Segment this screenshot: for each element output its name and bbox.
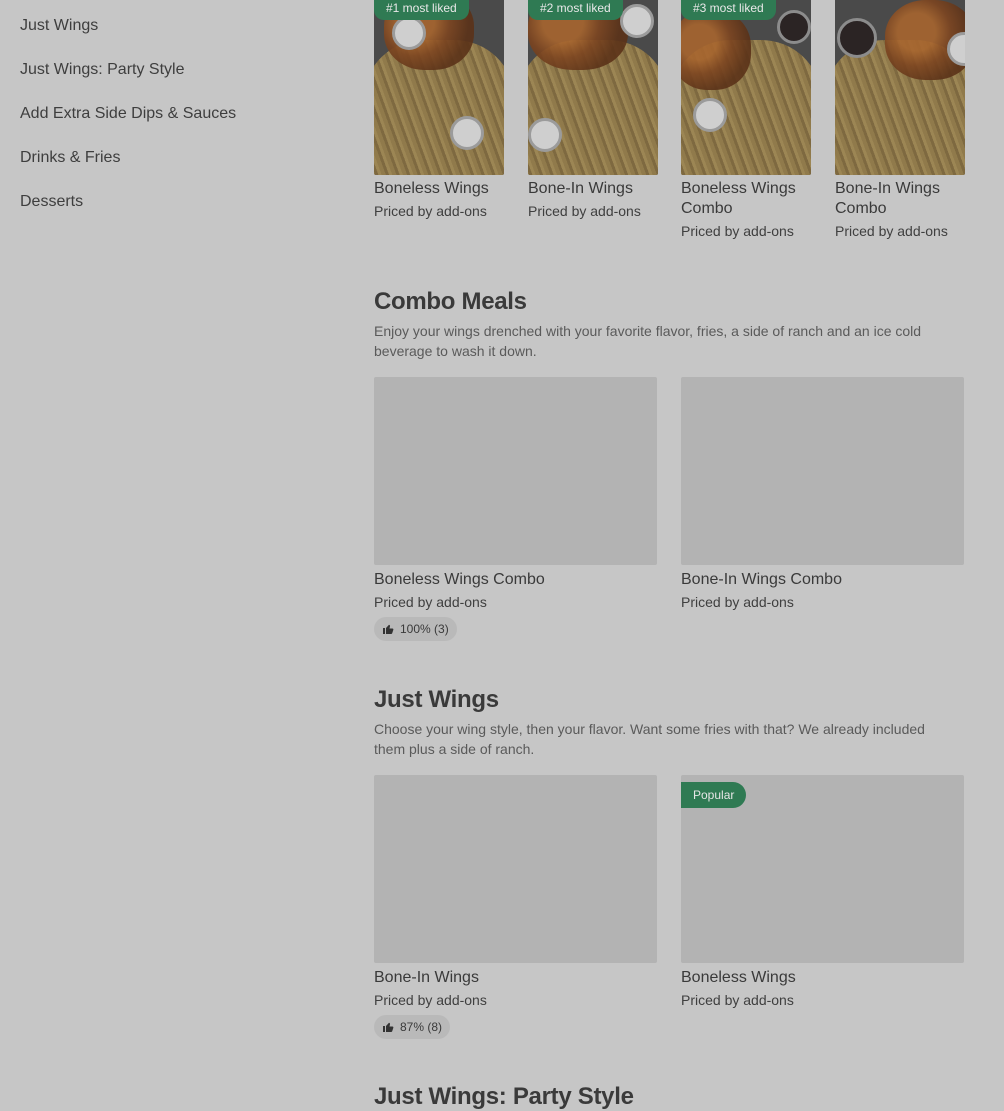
sidebar-item-just-wings[interactable]: Just Wings [20,0,340,44]
menu-item-bone-in-wings[interactable]: Bone-In Wings Priced by add-ons 87% (8) [374,775,657,1039]
featured-item-name: Boneless Wings [374,180,489,197]
sidebar-item-party-style[interactable]: Just Wings: Party Style [20,44,340,88]
rating-badge: 87% (8) [374,1015,451,1039]
section-title-just-wings: Just Wings [374,686,499,713]
popular-badge: Popular [681,782,747,808]
featured-item-name: Bone-In Wings [528,180,633,197]
featured-item-image: #2 most liked [528,0,658,175]
featured-item-name: Boneless Wings Combo [681,180,796,217]
menu-item-name: Bone-In Wings Combo [681,571,842,588]
menu-item-boneless-wings-combo[interactable]: Boneless Wings Combo Priced by add-ons 1… [374,377,657,641]
menu-content: #1 most liked Boneless Wings Priced by a… [374,0,965,1110]
thumbs-up-icon [383,1022,394,1032]
sidebar-item-side-dips[interactable]: Add Extra Side Dips & Sauces [20,88,340,132]
featured-item-boneless-wings[interactable]: #1 most liked Boneless Wings Priced by a… [374,0,504,220]
most-liked-badge: #2 most liked [528,0,623,20]
menu-item-boneless-wings[interactable]: Popular Boneless Wings Priced by add-ons [681,775,964,1009]
menu-item-name: Boneless Wings [681,969,796,986]
menu-item-image [374,775,657,963]
category-sidebar: Just Wings Just Wings: Party Style Add E… [20,0,340,220]
featured-item-price: Priced by add-ons [528,203,641,219]
featured-item-bone-in-combo[interactable]: Bone-In Wings Combo Priced by add-ons [835,0,965,240]
featured-item-price: Priced by add-ons [835,223,948,239]
featured-item-image: #3 most liked [681,0,811,175]
menu-item-image [374,377,657,565]
sidebar-item-desserts[interactable]: Desserts [20,176,340,220]
menu-item-bone-in-wings-combo[interactable]: Bone-In Wings Combo Priced by add-ons [681,377,964,611]
featured-item-bone-in-wings[interactable]: #2 most liked Bone-In Wings Priced by ad… [528,0,658,220]
menu-item-price: Priced by add-ons [374,594,487,610]
thumbs-up-icon [383,624,394,634]
section-description: Choose your wing style, then your flavor… [374,721,925,757]
menu-item-name: Boneless Wings Combo [374,571,545,588]
section-description: Enjoy your wings drenched with your favo… [374,323,922,359]
menu-item-image [681,377,964,565]
rating-text: 100% (3) [400,622,449,636]
featured-item-image [835,0,965,175]
rating-badge: 100% (3) [374,617,457,641]
most-liked-badge: #1 most liked [374,0,469,20]
featured-item-price: Priced by add-ons [681,223,794,239]
menu-item-price: Priced by add-ons [681,594,794,610]
featured-item-boneless-combo[interactable]: #3 most liked Boneless Wings Combo Price… [681,0,811,240]
featured-item-image: #1 most liked [374,0,504,175]
menu-item-price: Priced by add-ons [374,992,487,1008]
rating-text: 87% (8) [400,1020,443,1034]
most-liked-badge: #3 most liked [681,0,776,20]
featured-item-price: Priced by add-ons [374,203,487,219]
menu-item-image: Popular [681,775,964,963]
menu-item-name: Bone-In Wings [374,969,479,986]
menu-item-price: Priced by add-ons [681,992,794,1008]
sidebar-item-drinks-fries[interactable]: Drinks & Fries [20,132,340,176]
section-title-combo-meals: Combo Meals [374,288,527,315]
featured-item-name: Bone-In Wings Combo [835,180,940,217]
